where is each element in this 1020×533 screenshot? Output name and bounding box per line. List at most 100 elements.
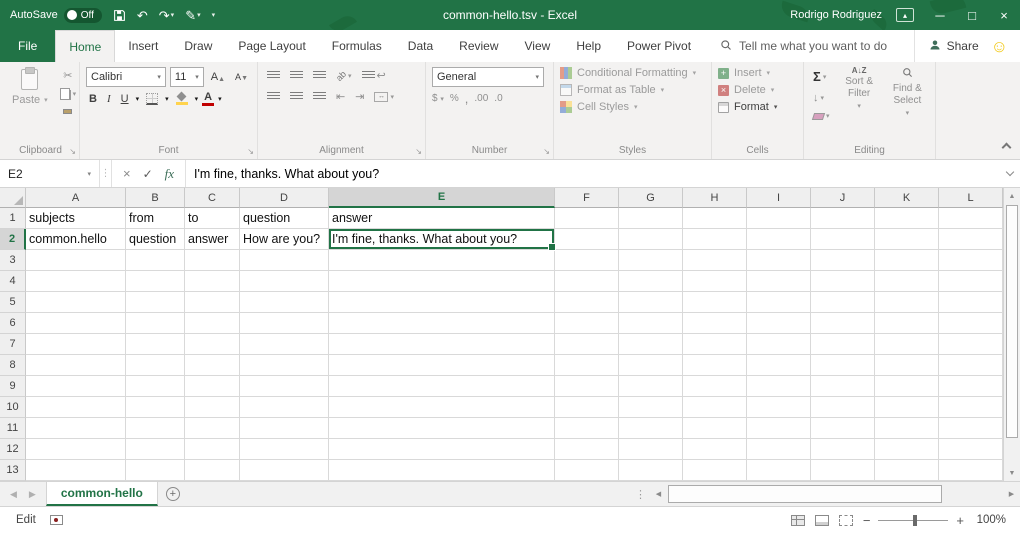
cell-E12[interactable] — [329, 439, 555, 460]
align-middle-icon[interactable] — [287, 69, 306, 82]
horizontal-scrollbar[interactable]: ◀ ▶ — [650, 482, 1020, 506]
cell-C10[interactable] — [185, 397, 240, 418]
decrease-indent-icon[interactable]: ⇤ — [333, 88, 348, 105]
column-header-B[interactable]: B — [126, 188, 185, 208]
cell-E5[interactable] — [329, 292, 555, 313]
cell-G6[interactable] — [619, 313, 683, 334]
cell-A11[interactable] — [26, 418, 126, 439]
percent-style-button[interactable]: % — [450, 93, 459, 104]
row-header-6[interactable]: 6 — [0, 313, 26, 334]
zoom-slider[interactable] — [878, 520, 948, 521]
cell-D10[interactable] — [240, 397, 329, 418]
alignment-dialog-launcher[interactable]: ↘ — [415, 148, 422, 156]
cell-E7[interactable] — [329, 334, 555, 355]
share-button[interactable]: Share — [914, 30, 979, 62]
cell-C13[interactable] — [185, 460, 240, 481]
format-as-table-button[interactable]: Format as Table ▾ — [560, 84, 696, 96]
sheetbar-splitter[interactable]: ⋮ — [631, 482, 650, 506]
align-left-icon[interactable] — [264, 90, 283, 103]
align-bottom-icon[interactable] — [310, 69, 329, 82]
underline-dropdown-icon[interactable]: ▾ — [136, 95, 140, 103]
cell-J10[interactable] — [811, 397, 875, 418]
ribbon-tab-page-layout[interactable]: Page Layout — [225, 30, 318, 62]
column-header-I[interactable]: I — [747, 188, 811, 208]
font-name-select[interactable]: Calibri▾ — [86, 67, 166, 87]
maximize-button[interactable]: □ — [956, 0, 988, 30]
cell-D2[interactable]: How are you? — [240, 229, 329, 250]
cell-I5[interactable] — [747, 292, 811, 313]
decrease-font-size-button[interactable]: A▼ — [232, 71, 251, 83]
scroll-up-icon[interactable]: ▲ — [1004, 188, 1020, 204]
cell-H12[interactable] — [683, 439, 747, 460]
cell-L3[interactable] — [939, 250, 1003, 271]
cell-K3[interactable] — [875, 250, 939, 271]
cell-B8[interactable] — [126, 355, 185, 376]
align-right-icon[interactable] — [310, 90, 329, 103]
font-size-select[interactable]: 11▾ — [170, 67, 204, 87]
increase-indent-icon[interactable]: ⇥ — [352, 88, 367, 105]
cell-G5[interactable] — [619, 292, 683, 313]
ribbon-tab-draw[interactable]: Draw — [171, 30, 225, 62]
cell-C12[interactable] — [185, 439, 240, 460]
formula-bar-drag-handle[interactable]: ⋮ — [100, 160, 112, 187]
cell-G4[interactable] — [619, 271, 683, 292]
cell-F13[interactable] — [555, 460, 619, 481]
cell-A6[interactable] — [26, 313, 126, 334]
cell-F8[interactable] — [555, 355, 619, 376]
ribbon-tab-formulas[interactable]: Formulas — [319, 30, 395, 62]
cell-J2[interactable] — [811, 229, 875, 250]
scroll-right-icon[interactable]: ▶ — [1003, 482, 1020, 506]
cell-D4[interactable] — [240, 271, 329, 292]
cell-A12[interactable] — [26, 439, 126, 460]
cell-I3[interactable] — [747, 250, 811, 271]
cell-styles-button[interactable]: Cell Styles ▾ — [560, 101, 696, 113]
italic-button[interactable]: I — [104, 92, 114, 106]
cell-K6[interactable] — [875, 313, 939, 334]
cell-F5[interactable] — [555, 292, 619, 313]
cell-J6[interactable] — [811, 313, 875, 334]
cell-A2[interactable]: common.hello — [26, 229, 126, 250]
insert-function-icon[interactable]: fx — [165, 166, 174, 182]
cell-J1[interactable] — [811, 208, 875, 229]
cell-K9[interactable] — [875, 376, 939, 397]
ribbon-tab-view[interactable]: View — [512, 30, 564, 62]
fill-color-icon[interactable] — [173, 92, 191, 106]
column-header-G[interactable]: G — [619, 188, 683, 208]
underline-button[interactable]: U — [118, 92, 132, 106]
cell-H8[interactable] — [683, 355, 747, 376]
cell-K5[interactable] — [875, 292, 939, 313]
cell-H13[interactable] — [683, 460, 747, 481]
expand-formula-bar-icon[interactable] — [1000, 160, 1020, 187]
cell-C11[interactable] — [185, 418, 240, 439]
cell-H1[interactable] — [683, 208, 747, 229]
cell-K1[interactable] — [875, 208, 939, 229]
cell-J9[interactable] — [811, 376, 875, 397]
confirm-entry-icon[interactable]: ✓ — [143, 167, 153, 181]
increase-decimal-button[interactable]: .00 — [474, 93, 488, 104]
cell-I11[interactable] — [747, 418, 811, 439]
bold-button[interactable]: B — [86, 92, 100, 106]
cell-A1[interactable]: subjects — [26, 208, 126, 229]
column-header-C[interactable]: C — [185, 188, 240, 208]
number-dialog-launcher[interactable]: ↘ — [543, 148, 550, 156]
cell-J11[interactable] — [811, 418, 875, 439]
cell-C4[interactable] — [185, 271, 240, 292]
cell-A10[interactable] — [26, 397, 126, 418]
find-select-button[interactable]: Find & Select ▾ — [886, 67, 929, 120]
cell-E11[interactable] — [329, 418, 555, 439]
cell-K10[interactable] — [875, 397, 939, 418]
cell-B12[interactable] — [126, 439, 185, 460]
cell-I8[interactable] — [747, 355, 811, 376]
column-header-K[interactable]: K — [875, 188, 939, 208]
cell-B2[interactable]: question — [126, 229, 185, 250]
cell-K8[interactable] — [875, 355, 939, 376]
fill-button[interactable]: ↓▾ — [810, 90, 833, 106]
align-top-icon[interactable] — [264, 69, 283, 82]
cell-G2[interactable] — [619, 229, 683, 250]
cell-A8[interactable] — [26, 355, 126, 376]
cell-H4[interactable] — [683, 271, 747, 292]
cell-D1[interactable]: question — [240, 208, 329, 229]
cell-C1[interactable]: to — [185, 208, 240, 229]
cell-F6[interactable] — [555, 313, 619, 334]
cell-G1[interactable] — [619, 208, 683, 229]
